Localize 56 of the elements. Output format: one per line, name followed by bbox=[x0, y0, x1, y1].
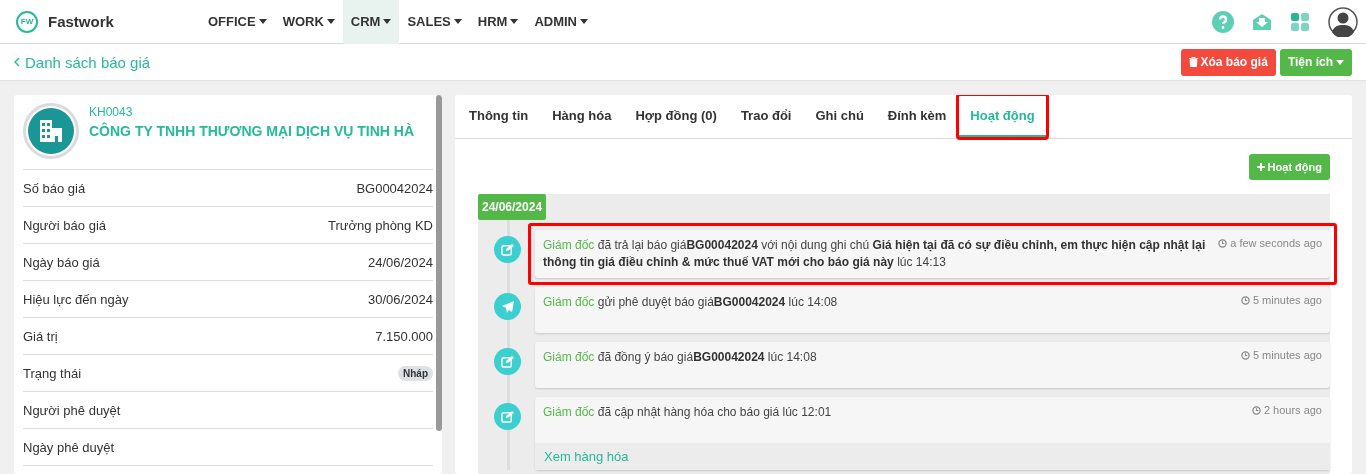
edit-icon bbox=[501, 410, 514, 423]
menu-item[interactable]: HRM bbox=[469, 0, 527, 44]
field-label: Giá trị bbox=[23, 328, 58, 344]
activity-message: Giám đốc đã trả lại báo giáBG00042024 với nội dung ghi chú Giá hiện tại đã có sự điều chỉnh, em thực hiện cập nhật lại thông tin giá điều chỉnh & mức thuế VAT mới cho báo giá này lúc 14:13 bbox=[543, 237, 1207, 271]
menu-item[interactable]: SALES bbox=[399, 0, 470, 44]
activity-time: 5 minutes ago bbox=[1252, 294, 1322, 306]
menu-item[interactable]: CRM bbox=[342, 0, 400, 44]
activity-message: Giám đốc gửi phê duyệt báo giáBG00042024 lúc 14:08 bbox=[543, 294, 839, 311]
help-icon bbox=[1212, 10, 1234, 33]
menu-item[interactable]: WORK bbox=[274, 0, 343, 44]
activity-time: 2 hours ago bbox=[1263, 404, 1322, 416]
clock-icon bbox=[1240, 295, 1250, 305]
edit-icon bbox=[501, 243, 514, 256]
tab[interactable]: Đính kèm bbox=[875, 95, 959, 138]
field-label: Ngày phê duyệt bbox=[23, 439, 115, 455]
trash-icon bbox=[1188, 57, 1198, 67]
user-avatar-icon[interactable] bbox=[1328, 6, 1358, 37]
apps-grid-icon bbox=[1290, 11, 1310, 32]
field-label: Hiệu lực đến ngày bbox=[23, 291, 129, 307]
customer-code: KH0043 bbox=[89, 105, 134, 119]
field-value: 24/06/2024 bbox=[367, 254, 433, 270]
field-value: Trưởng phòng KD bbox=[328, 217, 433, 233]
brand-name: Fastwork bbox=[48, 13, 114, 30]
date-badge: 24/06/2024 bbox=[478, 194, 547, 220]
field-label: Trạng thái bbox=[23, 365, 82, 381]
paper-plane-icon bbox=[500, 299, 515, 314]
field-label: Người phê duyệt bbox=[23, 402, 121, 418]
scrollbar[interactable] bbox=[436, 95, 442, 431]
plus-icon bbox=[1256, 163, 1265, 171]
menu-item[interactable]: ADMIN bbox=[526, 0, 596, 44]
edit-icon bbox=[501, 355, 514, 368]
field-label: Người báo giá bbox=[23, 217, 106, 233]
building-icon bbox=[38, 118, 64, 144]
field-label: Số báo giá bbox=[23, 180, 86, 196]
clock-icon bbox=[1218, 238, 1228, 248]
tab[interactable]: Thông tin bbox=[457, 95, 541, 138]
status-badge: Nháp bbox=[398, 365, 433, 381]
tab[interactable]: Hợp đồng (0) bbox=[623, 95, 729, 138]
activity-message: Giám đốc đã cập nhật hàng hóa cho báo giá lúc 12:01 bbox=[543, 404, 833, 421]
mail-icon bbox=[1252, 11, 1272, 32]
tab[interactable]: Ghi chú bbox=[803, 95, 876, 138]
field-value: 7.150.000 bbox=[375, 328, 433, 344]
field-value: 30/06/2024 bbox=[367, 291, 433, 307]
delete-button[interactable]: Xóa báo giá bbox=[1180, 48, 1276, 76]
clock-icon bbox=[1251, 405, 1261, 415]
activity-message: Giám đốc đã đồng ý báo giáBG00042024 lúc 14:08 bbox=[543, 349, 818, 366]
field-value: BG00042024 bbox=[356, 180, 433, 196]
caret-icon bbox=[1336, 59, 1344, 65]
tab[interactable]: Trao đổi bbox=[728, 95, 804, 138]
chevron-left-icon bbox=[14, 57, 20, 67]
tab[interactable]: Hàng hóa bbox=[540, 95, 624, 138]
activity-time: a few seconds ago bbox=[1230, 237, 1322, 249]
menu-item[interactable]: OFFICE bbox=[200, 0, 275, 44]
clock-icon bbox=[1240, 350, 1250, 360]
activity-time: 5 minutes ago bbox=[1252, 349, 1322, 361]
field-label: Ngày báo giá bbox=[23, 254, 100, 270]
